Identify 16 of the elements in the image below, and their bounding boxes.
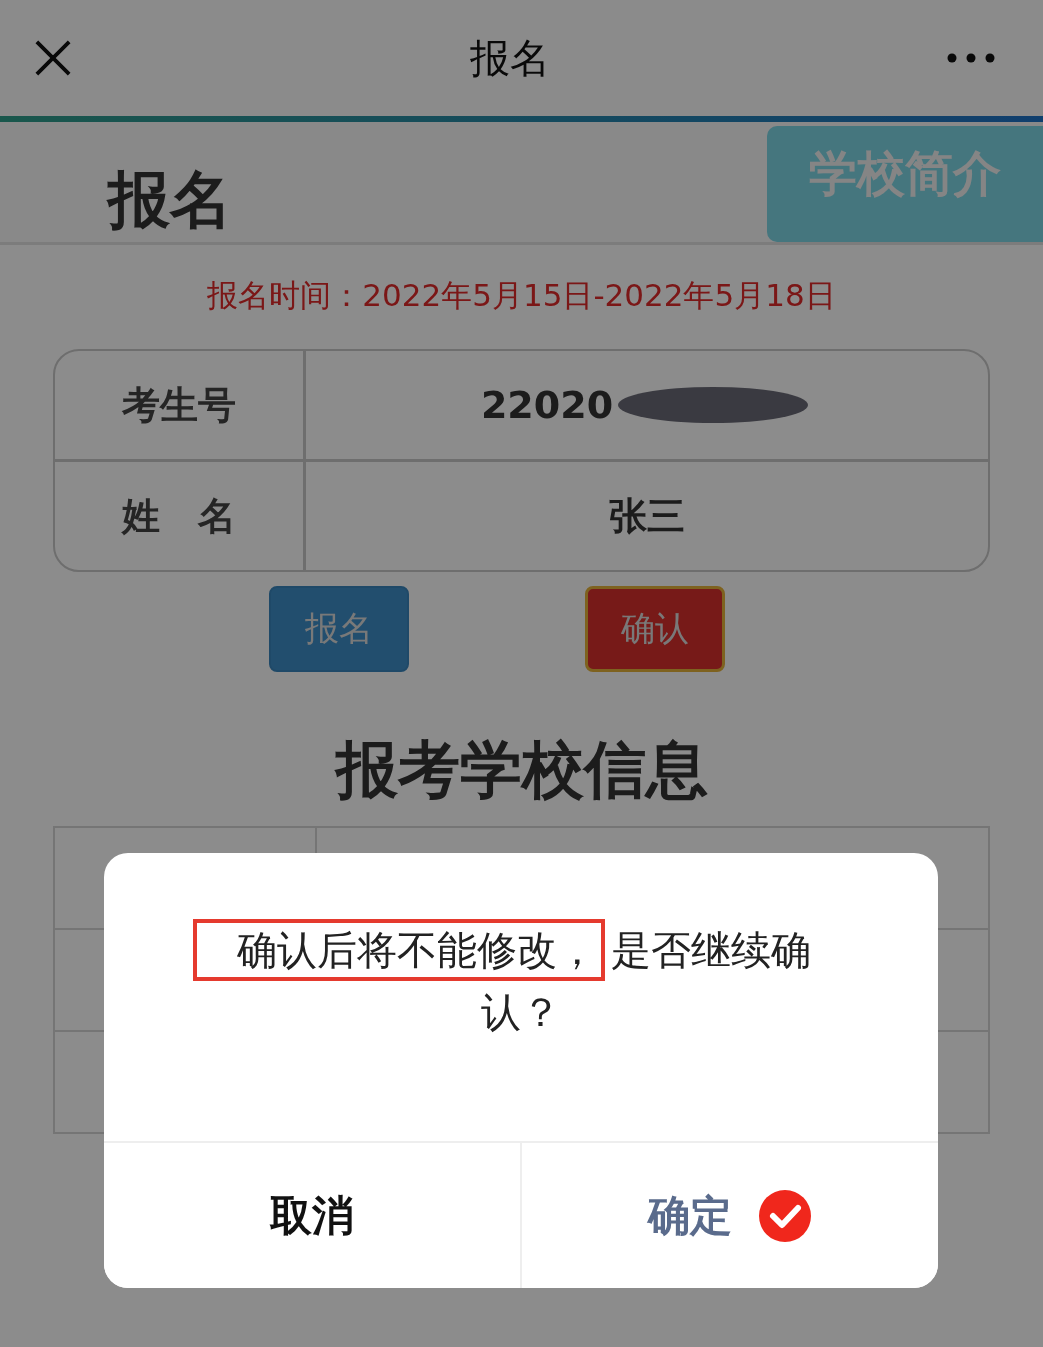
action-button[interactable]: 报名 <box>268 586 409 672</box>
school-intro-tab[interactable]: 学校简介 <box>767 126 1043 242</box>
table-cell: 22020 <box>480 383 614 427</box>
registration-period: 报名时间：2022年5月15日-2022年5月18日 <box>206 276 837 315</box>
close-icon[interactable] <box>34 39 72 77</box>
table-cell: 考生号 <box>55 351 306 459</box>
check-icon <box>758 1188 812 1243</box>
section-title: 报名 <box>105 162 232 238</box>
more-icon[interactable] <box>947 53 995 63</box>
table-cell: 姓 名 <box>55 462 306 570</box>
table-cell-text: 张三 <box>609 492 685 540</box>
dialog-message: 确认后将不能修改， 是否继续确认？ <box>104 853 938 1141</box>
page-title: 报名 <box>469 33 550 83</box>
school-info-title: 报考学校信息 <box>333 732 709 808</box>
action-button[interactable]: 确认 <box>584 586 725 672</box>
dialog-button[interactable]: 确定 <box>520 1143 938 1288</box>
